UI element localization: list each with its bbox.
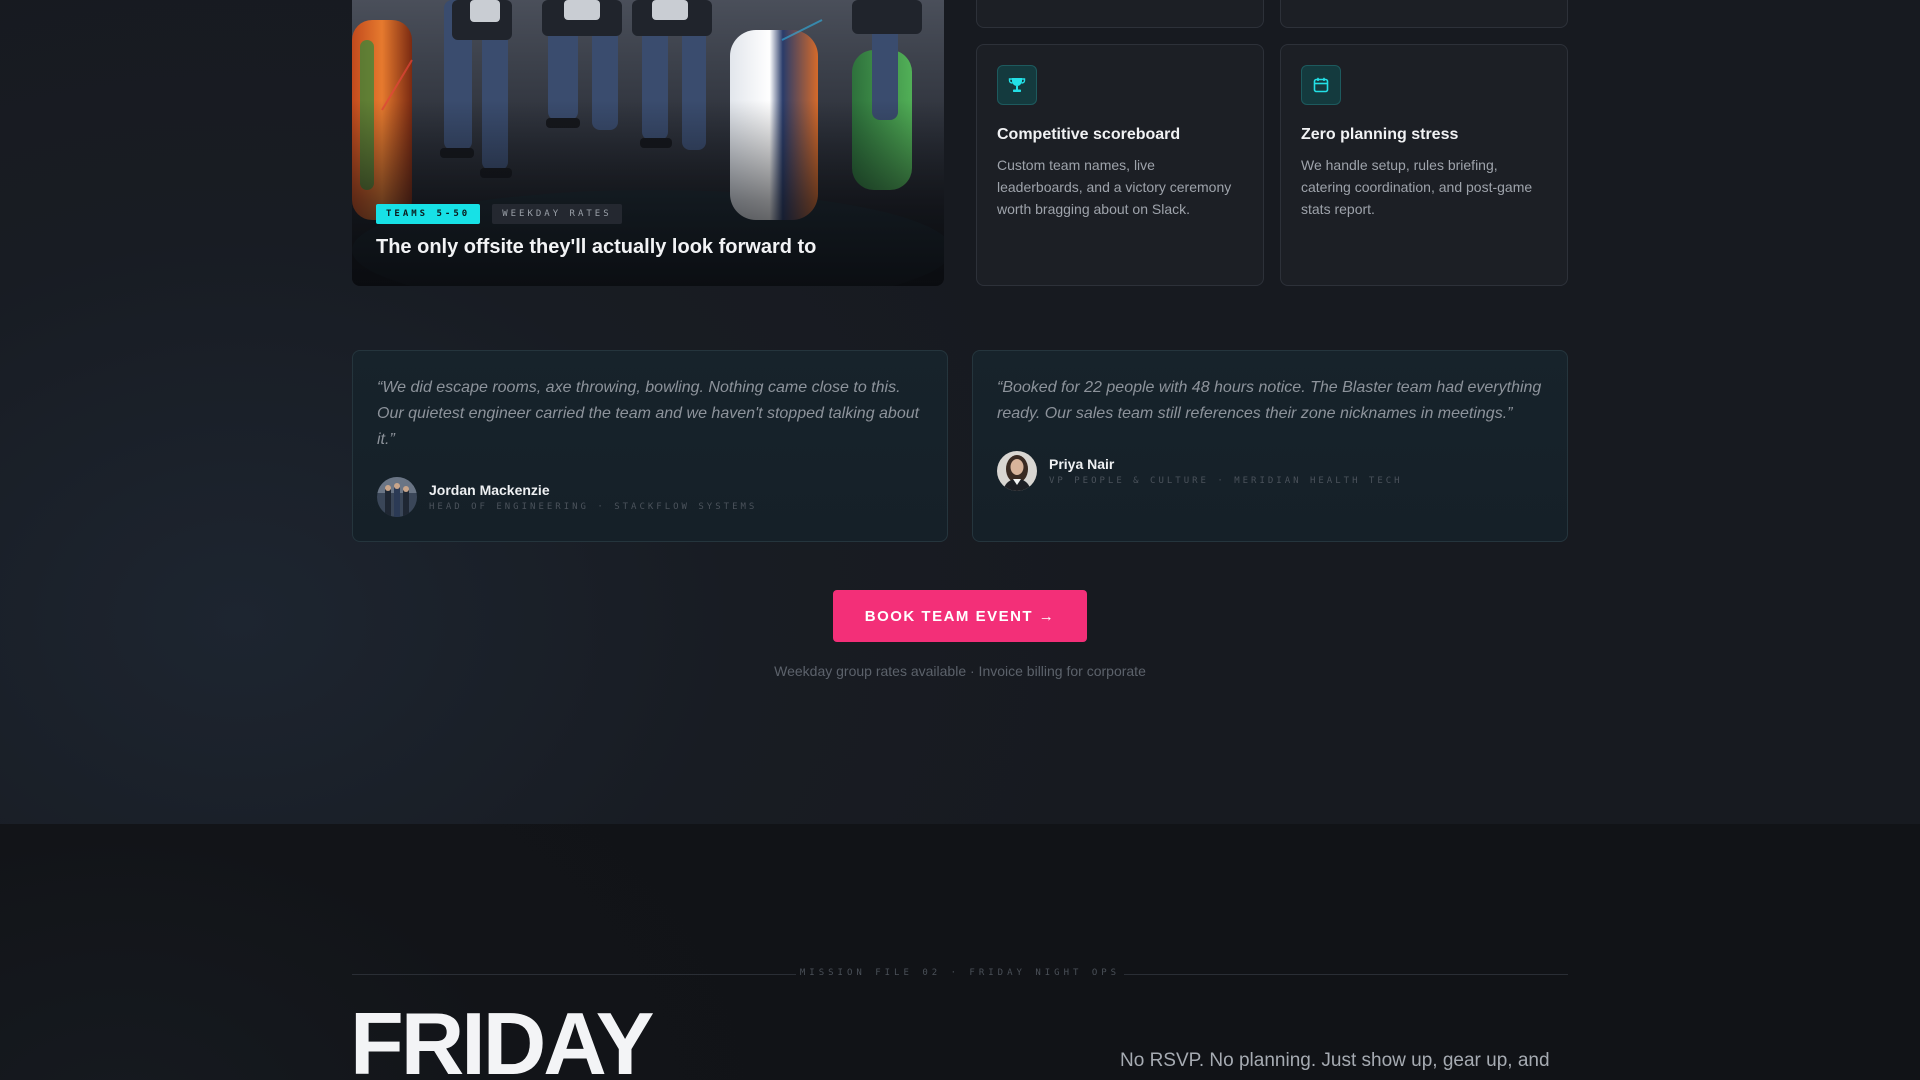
mission-label: MISSION FILE 02 · FRIDAY NIGHT OPS <box>799 968 1121 978</box>
testimonial-card: “Booked for 22 people with 48 hours noti… <box>972 350 1568 542</box>
feature-card-planning: Zero planning stress We handle setup, ru… <box>1280 44 1568 286</box>
testimonial-author: Jordan Mackenzie HEAD OF ENGINEERING · S… <box>377 477 923 517</box>
testimonial-author: Priya Nair VP PEOPLE & CULTURE · MERIDIA… <box>997 451 1543 491</box>
hero-photo-card[interactable]: TEAMS 5-50 WEEKDAY RATES The only offsit… <box>352 0 944 286</box>
feature-card-scoreboard: Competitive scoreboard Custom team names… <box>976 44 1264 286</box>
testimonial-role: VP PEOPLE & CULTURE · MERIDIAN HEALTH TE… <box>1049 476 1403 486</box>
team-size-tag: TEAMS 5-50 <box>376 204 481 224</box>
corporate-section: TEAMS 5-50 WEEKDAY RATES The only offsit… <box>0 0 1920 824</box>
page: TEAMS 5-50 WEEKDAY RATES The only offsit… <box>0 0 1920 1080</box>
testimonial-card: “We did escape rooms, axe throwing, bowl… <box>352 350 948 542</box>
testimonial-quote: “Booked for 22 people with 48 hours noti… <box>997 379 1542 422</box>
avatar <box>377 477 417 517</box>
weekday-rates-tag: WEEKDAY RATES <box>492 204 622 224</box>
feature-description: We handle setup, rules briefing, caterin… <box>1301 157 1533 217</box>
trophy-icon <box>997 65 1037 105</box>
hero-tags: TEAMS 5-50 WEEKDAY RATES <box>376 204 622 224</box>
feature-title: Competitive scoreboard <box>997 126 1181 143</box>
feature-description: Custom team names, live leaderboards, an… <box>997 157 1232 217</box>
avatar <box>997 451 1037 491</box>
section-heading: FRIDAY <box>350 994 654 1080</box>
feature-card-top-left <box>976 0 1264 28</box>
book-team-event-button[interactable]: BOOK TEAM EVENT → <box>833 590 1087 642</box>
testimonial-name: Jordan Mackenzie <box>429 482 550 498</box>
section-description: No RSVP. No planning. Just show up, gear… <box>1120 1050 1550 1071</box>
feature-title: Zero planning stress <box>1301 126 1459 143</box>
testimonial-quote: “We did escape rooms, axe throwing, bowl… <box>377 379 920 448</box>
testimonial-name: Priya Nair <box>1049 456 1115 472</box>
cta-note: Weekday group rates available · Invoice … <box>774 663 1146 679</box>
testimonial-role: HEAD OF ENGINEERING · STACKFLOW SYSTEMS <box>429 502 758 512</box>
friday-night-section: MISSION FILE 02 · FRIDAY NIGHT OPS FRIDA… <box>0 824 1920 1080</box>
calendar-icon <box>1301 65 1341 105</box>
feature-card-top-right <box>1280 0 1568 28</box>
hero-title: The only offsite they'll actually look f… <box>376 236 817 258</box>
